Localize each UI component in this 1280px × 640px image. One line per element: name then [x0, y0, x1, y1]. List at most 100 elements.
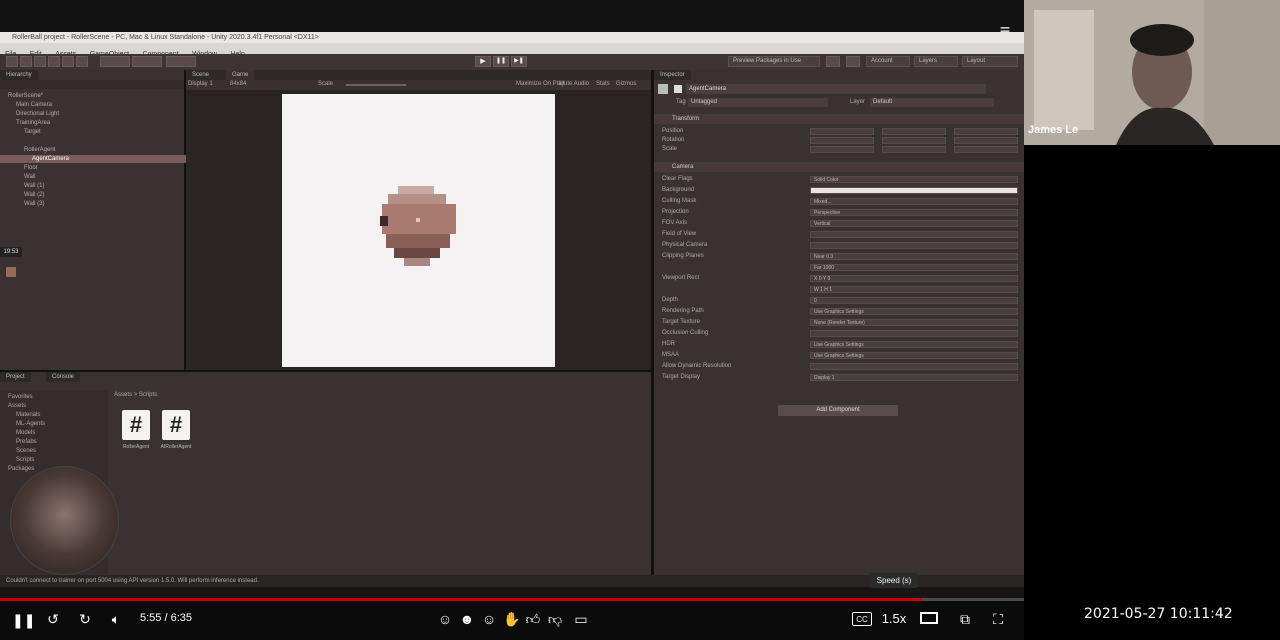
add-component-button[interactable]: Add Component	[778, 405, 898, 416]
thumbs-down-icon[interactable]: 👎︎	[546, 611, 564, 627]
transform-header[interactable]: Transform	[654, 114, 1024, 124]
aspect-dropdown[interactable]: 84x84	[230, 81, 246, 87]
project-folder-item[interactable]: Prefabs	[16, 439, 37, 445]
active-checkbox[interactable]	[674, 85, 682, 93]
emoji-heart-eyes-icon[interactable]: ☻	[458, 611, 476, 627]
project-breadcrumb[interactable]: Assets > Scripts	[114, 392, 157, 398]
camera-field[interactable]: X 0 Y 0	[810, 275, 1018, 282]
project-folder-item[interactable]: Scripts	[16, 457, 34, 463]
transform-number-field[interactable]	[882, 128, 946, 135]
camera-field[interactable]: 0	[810, 297, 1018, 304]
project-folder-item[interactable]: Assets	[8, 403, 26, 409]
hierarchy-item[interactable]	[0, 137, 208, 145]
tab-project[interactable]: Project	[0, 372, 31, 382]
rotate-tool-button[interactable]	[34, 56, 46, 67]
tag-dropdown[interactable]: Untagged	[688, 98, 828, 107]
hierarchy-item[interactable]: Wall	[0, 173, 208, 181]
tab-scene[interactable]: Scene	[186, 70, 216, 80]
hand-tool-button[interactable]	[6, 56, 18, 67]
forward-10-icon[interactable]: ↻	[76, 611, 94, 627]
camera-field[interactable]: None (Render Texture)	[810, 319, 1018, 326]
camera-field[interactable]: Far 1000	[810, 264, 1018, 271]
hierarchy-item[interactable]: Directional Light	[0, 110, 200, 118]
project-folder-item[interactable]: Scenes	[16, 448, 36, 454]
script-file-icon[interactable]: #	[162, 410, 190, 440]
hierarchy-item[interactable]: RollerScene*	[0, 92, 192, 100]
camera-field[interactable]	[810, 231, 1018, 238]
camera-field[interactable]: Perspective	[810, 209, 1018, 216]
hierarchy-item[interactable]: AgentCamera	[0, 155, 216, 163]
project-folder-item[interactable]: ML-Agents	[16, 421, 45, 427]
tab-hierarchy[interactable]: Hierarchy	[0, 70, 38, 80]
camera-field[interactable]: W 1 H 1	[810, 286, 1018, 293]
camera-header[interactable]: Camera	[654, 162, 1024, 172]
hierarchy-item[interactable]: Wall (3)	[0, 200, 208, 208]
gizmos-dropdown[interactable]: Gizmos	[616, 81, 636, 87]
scale-slider[interactable]	[346, 84, 406, 86]
tab-console[interactable]: Console	[46, 372, 81, 382]
thumbs-up-icon[interactable]: 👍︎	[524, 611, 542, 627]
emoji-applause-icon[interactable]: ✋	[502, 611, 522, 627]
collab-button[interactable]	[826, 56, 840, 67]
preview-packages-badge[interactable]: Preview Packages in Use	[728, 56, 820, 67]
object-name-field[interactable]: AgentCamera	[686, 84, 986, 94]
cloud-icon[interactable]	[846, 56, 860, 67]
theater-mode-icon[interactable]	[920, 612, 938, 624]
account-dropdown[interactable]: Account	[866, 56, 910, 67]
project-folder-item[interactable]: Packages	[8, 466, 34, 472]
transform-number-field[interactable]	[954, 146, 1018, 153]
display-dropdown[interactable]: Display 1	[188, 81, 213, 87]
volume-icon[interactable]: 🔈︎	[106, 611, 126, 627]
emoji-laugh-icon[interactable]: ☺	[480, 611, 498, 627]
playback-speed-button[interactable]: 1.5x	[878, 611, 910, 627]
hierarchy-item[interactable]: Floor	[0, 164, 208, 172]
transform-number-field[interactable]	[954, 128, 1018, 135]
transform-number-field[interactable]	[882, 137, 946, 144]
layer-dropdown[interactable]: Default	[870, 98, 994, 107]
tab-game[interactable]: Game	[226, 70, 255, 80]
script-file-icon[interactable]: #	[122, 410, 150, 440]
transform-number-field[interactable]	[810, 146, 874, 153]
camera-field[interactable]: Use Graphics Settings	[810, 352, 1018, 359]
tab-inspector[interactable]: Inspector	[654, 70, 691, 80]
pause-icon[interactable]: ❚❚	[12, 612, 35, 628]
pause-button[interactable]: ❚❚	[493, 56, 509, 67]
emoji-smile-icon[interactable]: ☺	[436, 611, 454, 627]
rect-tool-button[interactable]	[62, 56, 74, 67]
hierarchy-item[interactable]: Wall (2)	[0, 191, 208, 199]
hierarchy-item[interactable]: Wall (1)	[0, 182, 208, 190]
play-button[interactable]: ▶	[475, 56, 491, 67]
camera-field[interactable]: Use Graphics Settings	[810, 308, 1018, 315]
move-tool-button[interactable]	[20, 56, 32, 67]
grid-snap-toggle[interactable]	[166, 56, 196, 67]
hierarchy-item[interactable]: TrainingArea	[0, 119, 200, 127]
layers-dropdown[interactable]: Layers	[914, 56, 958, 67]
transform-number-field[interactable]	[954, 137, 1018, 144]
hierarchy-item[interactable]: Target	[0, 128, 208, 136]
captions-button[interactable]: CC	[852, 612, 872, 626]
transform-number-field[interactable]	[810, 137, 874, 144]
fullscreen-icon[interactable]: ⛶	[988, 611, 1008, 627]
camera-field[interactable]	[810, 242, 1018, 249]
stats-toggle[interactable]: Stats	[596, 81, 610, 87]
global-toggle[interactable]	[132, 56, 162, 67]
hierarchy-search[interactable]	[0, 80, 184, 89]
layout-dropdown[interactable]: Layout	[962, 56, 1018, 67]
step-button[interactable]: ▶❚	[511, 56, 527, 67]
rewind-10-icon[interactable]: ↺	[44, 611, 62, 627]
camera-field[interactable]	[810, 330, 1018, 337]
project-folder-item[interactable]: Models	[16, 430, 35, 436]
camera-field[interactable]: Mixed...	[810, 198, 1018, 205]
project-folder-item[interactable]: Favorites	[8, 394, 33, 400]
camera-field[interactable]: Near 0.3	[810, 253, 1018, 260]
project-folder-item[interactable]: Materials	[16, 412, 40, 418]
camera-field[interactable]: Solid Color	[810, 176, 1018, 183]
scale-tool-button[interactable]	[48, 56, 60, 67]
hierarchy-item[interactable]: Main Camera	[0, 101, 200, 109]
hierarchy-item[interactable]: RollerAgent	[0, 146, 208, 154]
comment-icon[interactable]: ▭	[572, 611, 590, 627]
transform-number-field[interactable]	[882, 146, 946, 153]
camera-field[interactable]: Use Graphics Settings	[810, 341, 1018, 348]
pivot-toggle[interactable]	[100, 56, 130, 67]
camera-field[interactable]: Display 1	[810, 374, 1018, 381]
